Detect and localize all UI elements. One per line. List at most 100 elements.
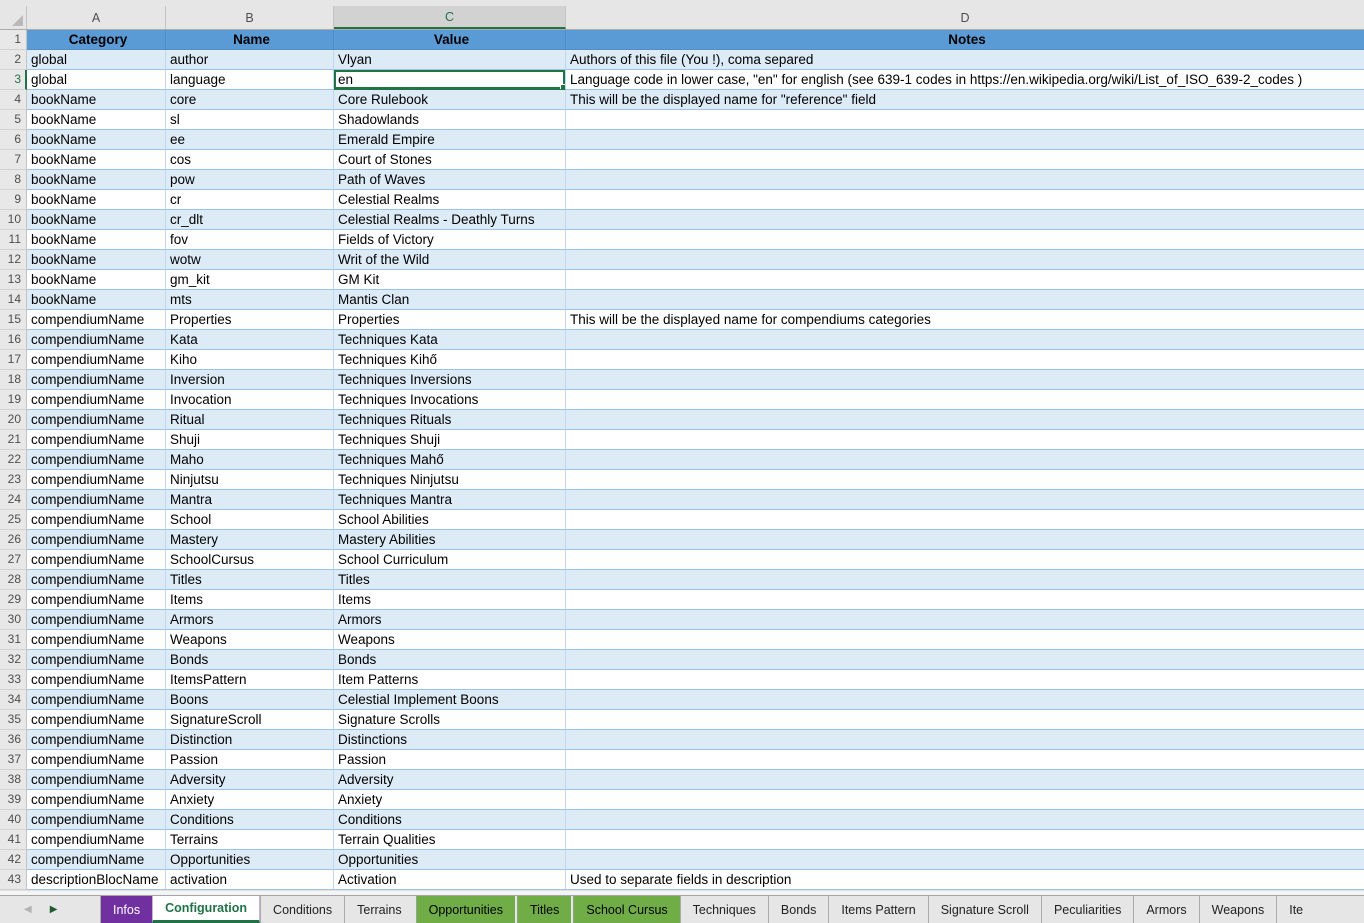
sheet-tab-bonds[interactable]: Bonds bbox=[768, 896, 828, 923]
row-header-34[interactable]: 34 bbox=[0, 690, 27, 710]
cell-B3[interactable]: language bbox=[166, 70, 334, 90]
cell-C4[interactable]: Core Rulebook bbox=[334, 90, 566, 110]
row-header-1[interactable]: 1 bbox=[0, 30, 27, 50]
cell-A36[interactable]: compendiumName bbox=[27, 730, 166, 750]
row-header-43[interactable]: 43 bbox=[0, 870, 27, 890]
cell-B39[interactable]: Anxiety bbox=[166, 790, 334, 810]
cell-C6[interactable]: Emerald Empire bbox=[334, 130, 566, 150]
cell-B10[interactable]: cr_dlt bbox=[166, 210, 334, 230]
cell-C27[interactable]: School Curriculum bbox=[334, 550, 566, 570]
cell-C25[interactable]: School Abilities bbox=[334, 510, 566, 530]
cell-B4[interactable]: core bbox=[166, 90, 334, 110]
row-header-5[interactable]: 5 bbox=[0, 110, 27, 130]
sheet-nav-left-icon[interactable]: ◀ bbox=[24, 905, 32, 915]
cell-C43[interactable]: Activation bbox=[334, 870, 566, 890]
row-header-31[interactable]: 31 bbox=[0, 630, 27, 650]
cell-D27[interactable] bbox=[566, 550, 1364, 570]
cell-D3[interactable]: Language code in lower case, "en" for en… bbox=[566, 70, 1364, 90]
row-header-2[interactable]: 2 bbox=[0, 50, 27, 70]
header-cell-C1[interactable]: Value bbox=[334, 30, 566, 50]
cell-C3[interactable]: en bbox=[334, 70, 566, 90]
cell-B35[interactable]: SignatureScroll bbox=[166, 710, 334, 730]
cell-A8[interactable]: bookName bbox=[27, 170, 166, 190]
cell-D28[interactable] bbox=[566, 570, 1364, 590]
cell-D14[interactable] bbox=[566, 290, 1364, 310]
cell-C17[interactable]: Techniques Kihő bbox=[334, 350, 566, 370]
row-header-37[interactable]: 37 bbox=[0, 750, 27, 770]
cell-C19[interactable]: Techniques Invocations bbox=[334, 390, 566, 410]
cell-C33[interactable]: Item Patterns bbox=[334, 670, 566, 690]
cell-B32[interactable]: Bonds bbox=[166, 650, 334, 670]
cell-C39[interactable]: Anxiety bbox=[334, 790, 566, 810]
row-header-24[interactable]: 24 bbox=[0, 490, 27, 510]
column-header-B[interactable]: B bbox=[166, 6, 334, 29]
cell-C31[interactable]: Weapons bbox=[334, 630, 566, 650]
sheet-tab-titles[interactable]: Titles bbox=[517, 896, 571, 923]
row-header-7[interactable]: 7 bbox=[0, 150, 27, 170]
cell-C42[interactable]: Opportunities bbox=[334, 850, 566, 870]
cell-A14[interactable]: bookName bbox=[27, 290, 166, 310]
cell-D31[interactable] bbox=[566, 630, 1364, 650]
row-header-6[interactable]: 6 bbox=[0, 130, 27, 150]
cell-C36[interactable]: Distinctions bbox=[334, 730, 566, 750]
cell-D30[interactable] bbox=[566, 610, 1364, 630]
cell-C18[interactable]: Techniques Inversions bbox=[334, 370, 566, 390]
cell-B34[interactable]: Boons bbox=[166, 690, 334, 710]
row-header-36[interactable]: 36 bbox=[0, 730, 27, 750]
cell-C15[interactable]: Properties bbox=[334, 310, 566, 330]
cell-A39[interactable]: compendiumName bbox=[27, 790, 166, 810]
cell-B9[interactable]: cr bbox=[166, 190, 334, 210]
cell-B30[interactable]: Armors bbox=[166, 610, 334, 630]
cell-A24[interactable]: compendiumName bbox=[27, 490, 166, 510]
cell-A15[interactable]: compendiumName bbox=[27, 310, 166, 330]
cell-D39[interactable] bbox=[566, 790, 1364, 810]
row-header-8[interactable]: 8 bbox=[0, 170, 27, 190]
cell-A3[interactable]: global bbox=[27, 70, 166, 90]
cell-D43[interactable]: Used to separate fields in description bbox=[566, 870, 1364, 890]
cell-D36[interactable] bbox=[566, 730, 1364, 750]
row-header-22[interactable]: 22 bbox=[0, 450, 27, 470]
cell-B11[interactable]: fov bbox=[166, 230, 334, 250]
row-header-12[interactable]: 12 bbox=[0, 250, 27, 270]
cell-D13[interactable] bbox=[566, 270, 1364, 290]
row-header-13[interactable]: 13 bbox=[0, 270, 27, 290]
cell-B5[interactable]: sl bbox=[166, 110, 334, 130]
cell-A18[interactable]: compendiumName bbox=[27, 370, 166, 390]
row-header-14[interactable]: 14 bbox=[0, 290, 27, 310]
cell-A13[interactable]: bookName bbox=[27, 270, 166, 290]
cell-D2[interactable]: Authors of this file (You !), coma separ… bbox=[566, 50, 1364, 70]
sheet-tab-armors[interactable]: Armors bbox=[1133, 896, 1198, 923]
row-header-29[interactable]: 29 bbox=[0, 590, 27, 610]
sheet-tab-terrains[interactable]: Terrains bbox=[344, 896, 413, 923]
cell-D12[interactable] bbox=[566, 250, 1364, 270]
cell-A43[interactable]: descriptionBlocName bbox=[27, 870, 166, 890]
cell-C14[interactable]: Mantis Clan bbox=[334, 290, 566, 310]
sheet-tab-peculiarities[interactable]: Peculiarities bbox=[1041, 896, 1133, 923]
cell-B2[interactable]: author bbox=[166, 50, 334, 70]
cell-D21[interactable] bbox=[566, 430, 1364, 450]
row-header-30[interactable]: 30 bbox=[0, 610, 27, 630]
cell-D9[interactable] bbox=[566, 190, 1364, 210]
cell-B27[interactable]: SchoolCursus bbox=[166, 550, 334, 570]
cell-A10[interactable]: bookName bbox=[27, 210, 166, 230]
row-header-25[interactable]: 25 bbox=[0, 510, 27, 530]
cell-A40[interactable]: compendiumName bbox=[27, 810, 166, 830]
cell-D7[interactable] bbox=[566, 150, 1364, 170]
cell-D18[interactable] bbox=[566, 370, 1364, 390]
cell-D24[interactable] bbox=[566, 490, 1364, 510]
cell-A25[interactable]: compendiumName bbox=[27, 510, 166, 530]
sheet-tab-infos[interactable]: Infos bbox=[100, 896, 152, 923]
cell-D25[interactable] bbox=[566, 510, 1364, 530]
cell-D4[interactable]: This will be the displayed name for "ref… bbox=[566, 90, 1364, 110]
row-header-4[interactable]: 4 bbox=[0, 90, 27, 110]
cell-C16[interactable]: Techniques Kata bbox=[334, 330, 566, 350]
cell-C11[interactable]: Fields of Victory bbox=[334, 230, 566, 250]
cell-C24[interactable]: Techniques Mantra bbox=[334, 490, 566, 510]
cell-D10[interactable] bbox=[566, 210, 1364, 230]
cell-A2[interactable]: global bbox=[27, 50, 166, 70]
cell-D8[interactable] bbox=[566, 170, 1364, 190]
row-header-38[interactable]: 38 bbox=[0, 770, 27, 790]
header-cell-B1[interactable]: Name bbox=[166, 30, 334, 50]
cell-B18[interactable]: Inversion bbox=[166, 370, 334, 390]
cell-B20[interactable]: Ritual bbox=[166, 410, 334, 430]
